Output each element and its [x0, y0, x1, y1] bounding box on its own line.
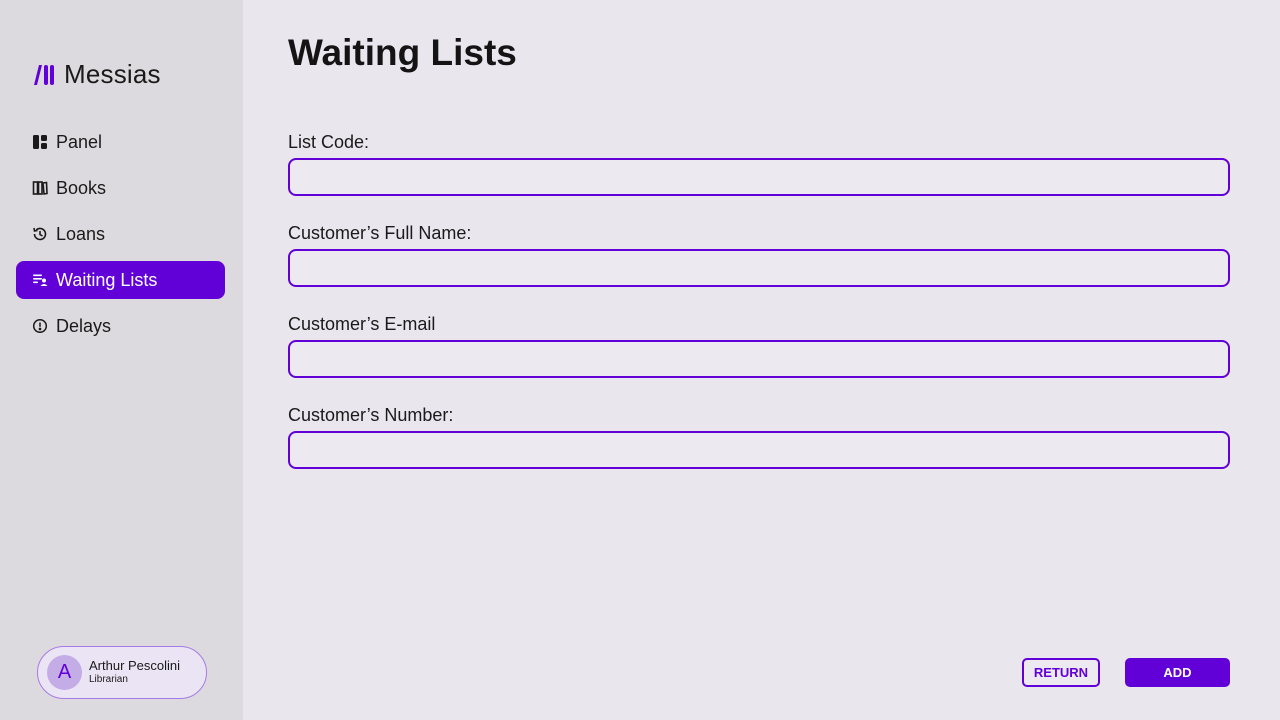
- sidebar-item-label: Delays: [56, 315, 112, 336]
- main-content: Waiting Lists List Code: Customer’s Full…: [243, 0, 1280, 720]
- user-name: Arthur Pescolini: [89, 658, 181, 673]
- email-input[interactable]: [288, 340, 1230, 378]
- sidebar-nav: Panel Books Loans Waiting Lists Delays: [16, 123, 225, 353]
- messias-logo-icon: [32, 61, 56, 87]
- waiting-list-icon: [32, 272, 48, 288]
- return-button[interactable]: RETURN: [1022, 658, 1100, 687]
- sidebar-item-panel[interactable]: Panel: [16, 123, 225, 161]
- brand-name: Messias: [64, 58, 161, 89]
- email-field-group: Customer’s E-mail: [288, 313, 1230, 378]
- sidebar-item-delays[interactable]: Delays: [16, 307, 225, 345]
- full-name-input[interactable]: [288, 249, 1230, 287]
- books-icon: [32, 180, 48, 196]
- full-name-label: Customer’s Full Name:: [288, 223, 472, 243]
- sidebar-item-label: Waiting Lists: [56, 269, 158, 290]
- sidebar-item-label: Panel: [56, 131, 103, 152]
- sidebar-item-label: Loans: [56, 223, 106, 244]
- sidebar-item-label: Books: [56, 177, 107, 198]
- brand[interactable]: Messias: [32, 58, 161, 90]
- number-label: Customer’s Number:: [288, 405, 454, 425]
- number-field-group: Customer’s Number:: [288, 404, 1230, 469]
- user-profile-card[interactable]: A Arthur Pescolini Librarian: [37, 646, 207, 699]
- number-input[interactable]: [288, 431, 1230, 469]
- email-label: Customer’s E-mail: [288, 314, 436, 334]
- list-code-input[interactable]: [288, 158, 1230, 196]
- list-code-field-group: List Code:: [288, 131, 1230, 196]
- list-code-label: List Code:: [288, 132, 370, 152]
- history-icon: [32, 226, 48, 242]
- panel-icon: [32, 134, 48, 150]
- sidebar-item-books[interactable]: Books: [16, 169, 225, 207]
- user-info: Arthur Pescolini Librarian: [89, 658, 180, 687]
- sidebar-item-waiting-lists[interactable]: Waiting Lists: [16, 261, 225, 299]
- full-name-field-group: Customer’s Full Name:: [288, 222, 1230, 287]
- alert-circle-icon: [32, 318, 48, 334]
- user-role: Librarian: [89, 674, 128, 685]
- sidebar-item-loans[interactable]: Loans: [16, 215, 225, 253]
- avatar: A: [47, 655, 82, 690]
- add-button[interactable]: ADD: [1125, 658, 1230, 687]
- page-title: Waiting Lists: [288, 32, 517, 73]
- sidebar: Messias Panel Books Loans Waiting Lists: [0, 0, 243, 720]
